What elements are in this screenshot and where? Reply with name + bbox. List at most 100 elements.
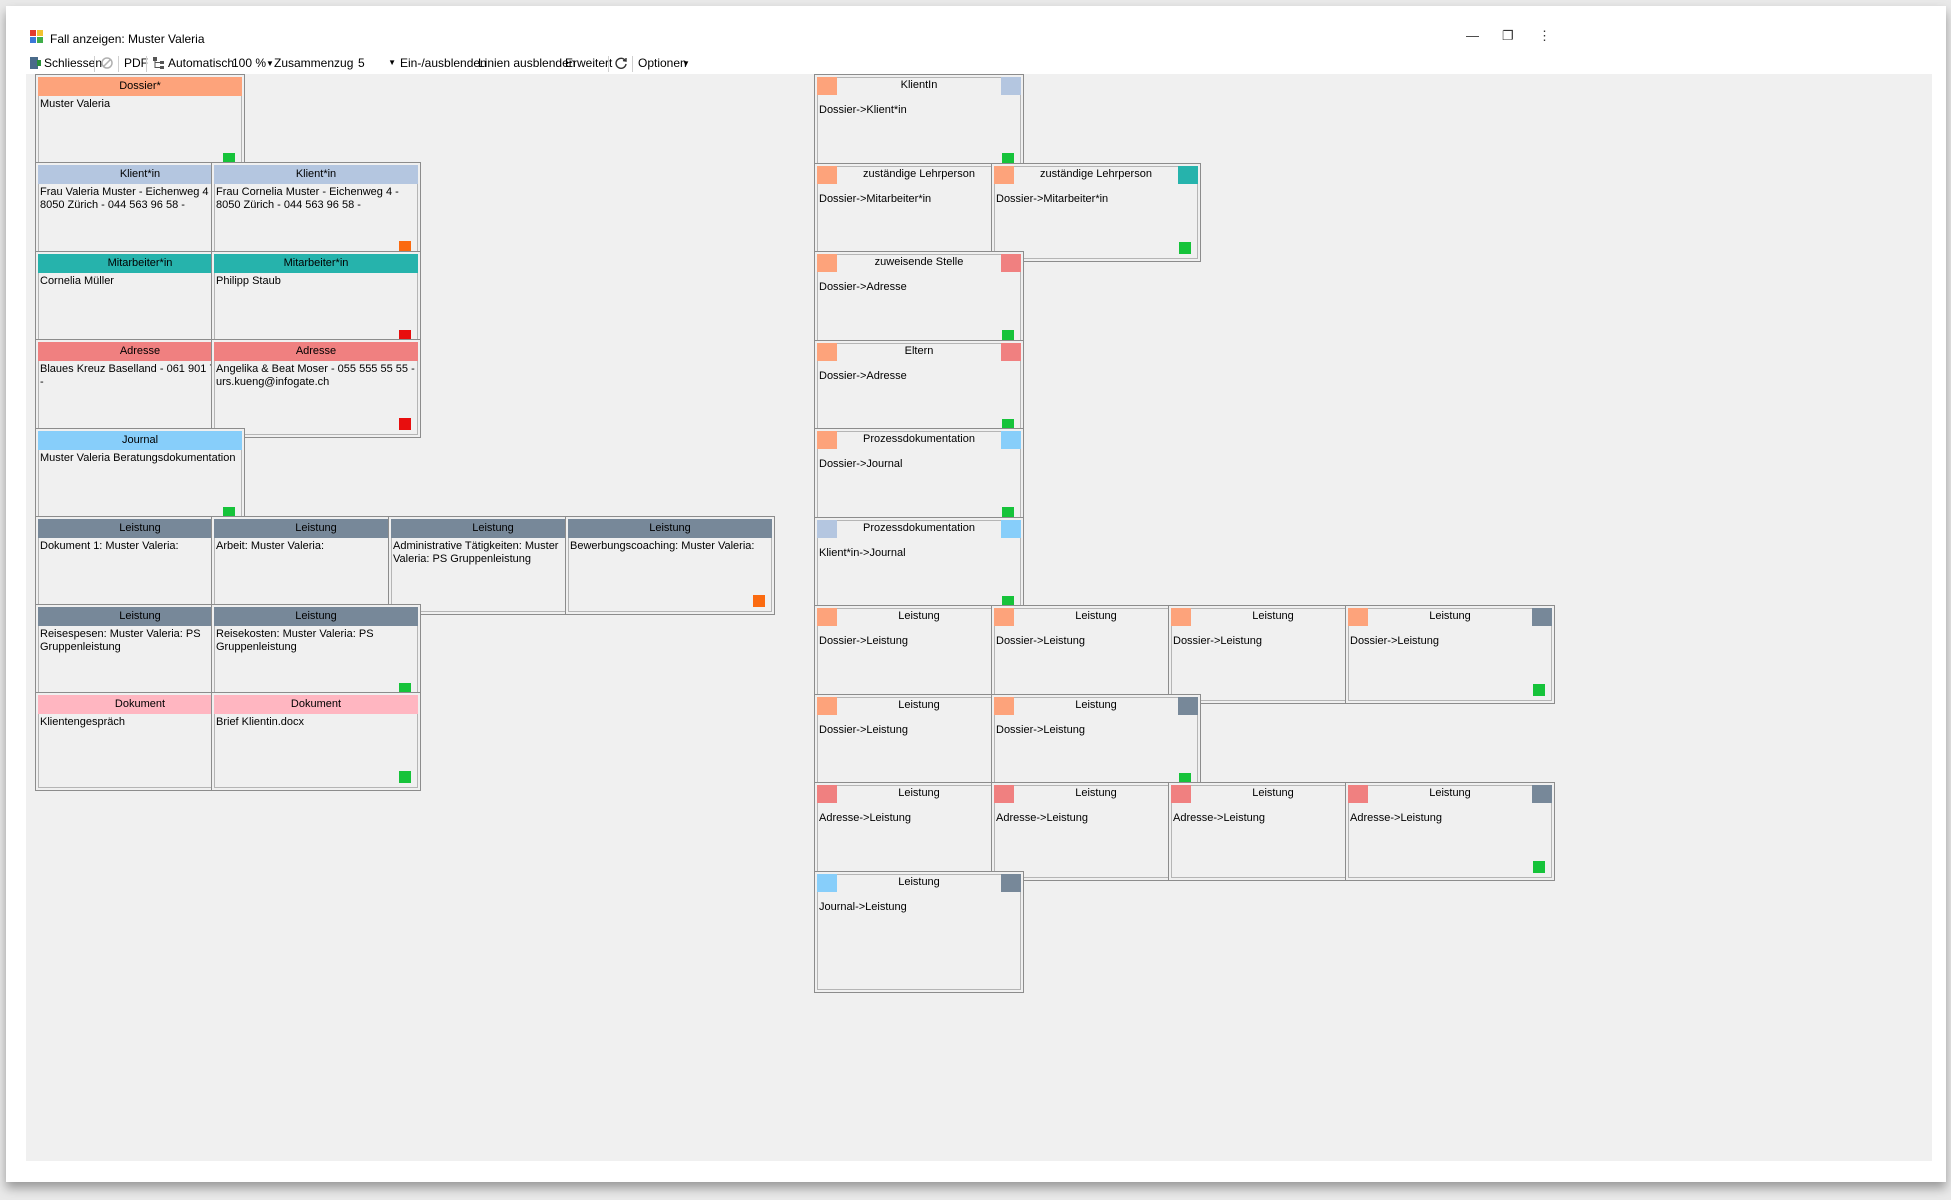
relation-card[interactable]: zuweisende Stelle Dossier->Adresse xyxy=(814,251,1024,350)
entity-card[interactable]: Adresse Angelika & Beat Moser - 055 555 5… xyxy=(211,339,421,438)
card-text: Administrative Tätigkeiten: Muster Valer… xyxy=(393,540,559,565)
toolbar-separator xyxy=(608,56,609,72)
relation-title: Leistung xyxy=(1075,787,1117,799)
target-color-swatch xyxy=(1001,77,1021,95)
minimize-button[interactable]: — xyxy=(1466,28,1479,43)
collapse-dropdown-icon[interactable]: ▼ xyxy=(388,54,396,72)
card-text: Bewerbungscoaching: Muster Valeria: xyxy=(570,540,755,552)
card-border xyxy=(817,874,1021,990)
close-window-button[interactable]: ⋮ xyxy=(1538,28,1551,44)
relation-card[interactable]: zuständige Lehrperson Dossier->Mitarbeite… xyxy=(991,163,1201,262)
source-color-swatch xyxy=(1348,608,1368,626)
target-color-swatch xyxy=(1001,343,1021,361)
relation-path: Klient*in->Journal xyxy=(819,547,906,559)
card-text: Reisekosten: Muster Valeria: PS Gruppenl… xyxy=(216,628,374,653)
zoom-dropdown-icon[interactable]: ▼ xyxy=(266,59,274,68)
relation-path: Dossier->Leistung xyxy=(819,724,908,736)
collapse-threshold-input[interactable]: 5 ▼ xyxy=(356,54,398,72)
relation-card[interactable]: Prozessdokumentation Klient*in->Journal xyxy=(814,517,1024,616)
source-color-swatch xyxy=(817,608,837,626)
relation-path: Dossier->Klient*in xyxy=(819,104,907,116)
options-menu[interactable]: Optionen xyxy=(638,56,687,70)
source-color-swatch xyxy=(817,166,837,184)
status-indicator xyxy=(753,595,765,607)
card-text: Brief Klientin.docx xyxy=(216,716,305,728)
relation-title: Leistung xyxy=(1429,610,1471,622)
relation-card[interactable]: Leistung Dossier->Leistung xyxy=(991,694,1201,793)
entity-card[interactable]: Dokument Brief Klientin.docx xyxy=(211,692,421,791)
relation-card[interactable]: Prozessdokumentation Dossier->Journal xyxy=(814,428,1024,527)
relation-card[interactable]: Eltern Dossier->Adresse xyxy=(814,340,1024,439)
relation-title: Leistung xyxy=(898,699,940,711)
relation-path: Dossier->Leistung xyxy=(819,635,908,647)
options-dropdown-icon[interactable]: ▼ xyxy=(682,59,690,68)
card-text: Muster Valeria Beratungsdokumentation xyxy=(40,452,236,464)
card-text: Blaues Kreuz Baselland - 061 901 77 66 - xyxy=(40,363,237,388)
relation-path: Dossier->Journal xyxy=(819,458,903,470)
refresh-icon[interactable] xyxy=(614,56,628,70)
relation-card[interactable]: Leistung Journal->Leistung xyxy=(814,871,1024,993)
relation-card[interactable]: Leistung Adresse->Leistung xyxy=(1345,782,1555,881)
relation-path: Dossier->Adresse xyxy=(819,370,907,382)
entity-card[interactable]: Mitarbeiter*in Philipp Staub xyxy=(211,251,421,350)
target-color-swatch xyxy=(1001,254,1021,272)
source-color-swatch xyxy=(994,697,1014,715)
card-text: Philipp Staub xyxy=(216,275,281,287)
card-text: Muster Valeria xyxy=(40,98,111,110)
hide-lines-button[interactable]: Linien ausblenden xyxy=(478,56,575,70)
status-indicator xyxy=(1533,861,1545,873)
status-indicator xyxy=(399,418,411,430)
auto-layout-button[interactable]: Automatisch xyxy=(168,56,234,70)
source-color-swatch xyxy=(994,166,1014,184)
relation-title: Prozessdokumentation xyxy=(863,522,975,534)
window-title: Fall anzeigen: Muster Valeria xyxy=(50,32,205,46)
relation-title: Prozessdokumentation xyxy=(863,433,975,445)
card-header: Dokument xyxy=(214,695,418,714)
entity-card[interactable]: Dossier* Muster Valeria xyxy=(35,74,245,173)
relation-card[interactable]: KlientIn Dossier->Klient*in xyxy=(814,74,1024,173)
card-text: Dokument 1: Muster Valeria: xyxy=(40,540,179,552)
pdf-button[interactable]: PDF xyxy=(124,56,148,70)
target-color-swatch xyxy=(1532,608,1552,626)
card-text: Angelika & Beat Moser - 055 555 55 55 - … xyxy=(216,363,415,388)
collapse-threshold-value: 5 xyxy=(358,56,365,70)
zoom-select[interactable]: 100 % xyxy=(232,56,266,70)
relation-path: Dossier->Leistung xyxy=(996,724,1085,736)
layout-tree-icon xyxy=(152,56,166,70)
app-icon xyxy=(30,30,44,44)
relation-card[interactable]: Leistung Dossier->Leistung xyxy=(1345,605,1555,704)
entity-card[interactable]: Leistung Bewerbungscoaching: Muster Valer… xyxy=(565,516,775,615)
relation-title: Leistung xyxy=(898,787,940,799)
source-color-swatch xyxy=(1171,608,1191,626)
source-color-swatch xyxy=(994,785,1014,803)
relation-title: KlientIn xyxy=(900,79,938,91)
relation-title: zuweisende Stelle xyxy=(874,256,964,268)
target-color-swatch xyxy=(1178,166,1198,184)
card-header: Mitarbeiter*in xyxy=(214,254,418,273)
source-color-swatch xyxy=(817,77,837,95)
relation-path: Dossier->Mitarbeiter*in xyxy=(819,193,932,205)
source-color-swatch xyxy=(817,520,837,538)
relation-path: Dossier->Leistung xyxy=(1173,635,1262,647)
card-header: Leistung xyxy=(214,607,418,626)
relation-path: Adresse->Leistung xyxy=(996,812,1089,824)
disabled-icon xyxy=(100,56,114,70)
target-color-swatch xyxy=(1178,697,1198,715)
relation-path: Journal->Leistung xyxy=(819,901,907,913)
source-color-swatch xyxy=(817,785,837,803)
status-indicator xyxy=(1179,242,1191,254)
status-indicator xyxy=(1533,684,1545,696)
entity-card[interactable]: Klient*in Frau Cornelia Muster - Eichenwe… xyxy=(211,162,421,261)
entity-card[interactable]: Leistung Reisekosten: Muster Valeria: PS … xyxy=(211,604,421,703)
relation-title: Leistung xyxy=(1075,610,1117,622)
title-bar: Fall anzeigen: Muster Valeria — ❐ ⋮ xyxy=(6,6,1946,46)
card-text: Cornelia Müller xyxy=(40,275,114,287)
source-color-swatch xyxy=(1171,785,1191,803)
source-color-swatch xyxy=(817,431,837,449)
advanced-button[interactable]: Erweitert xyxy=(565,56,612,70)
restore-button[interactable]: ❐ xyxy=(1502,28,1514,44)
source-color-swatch xyxy=(817,874,837,892)
card-text: Arbeit: Muster Valeria: xyxy=(216,540,325,552)
entity-card[interactable]: Journal Muster Valeria Beratungsdokumenta… xyxy=(35,428,245,527)
toggle-visibility-button[interactable]: Ein-/ausblenden xyxy=(400,56,487,70)
